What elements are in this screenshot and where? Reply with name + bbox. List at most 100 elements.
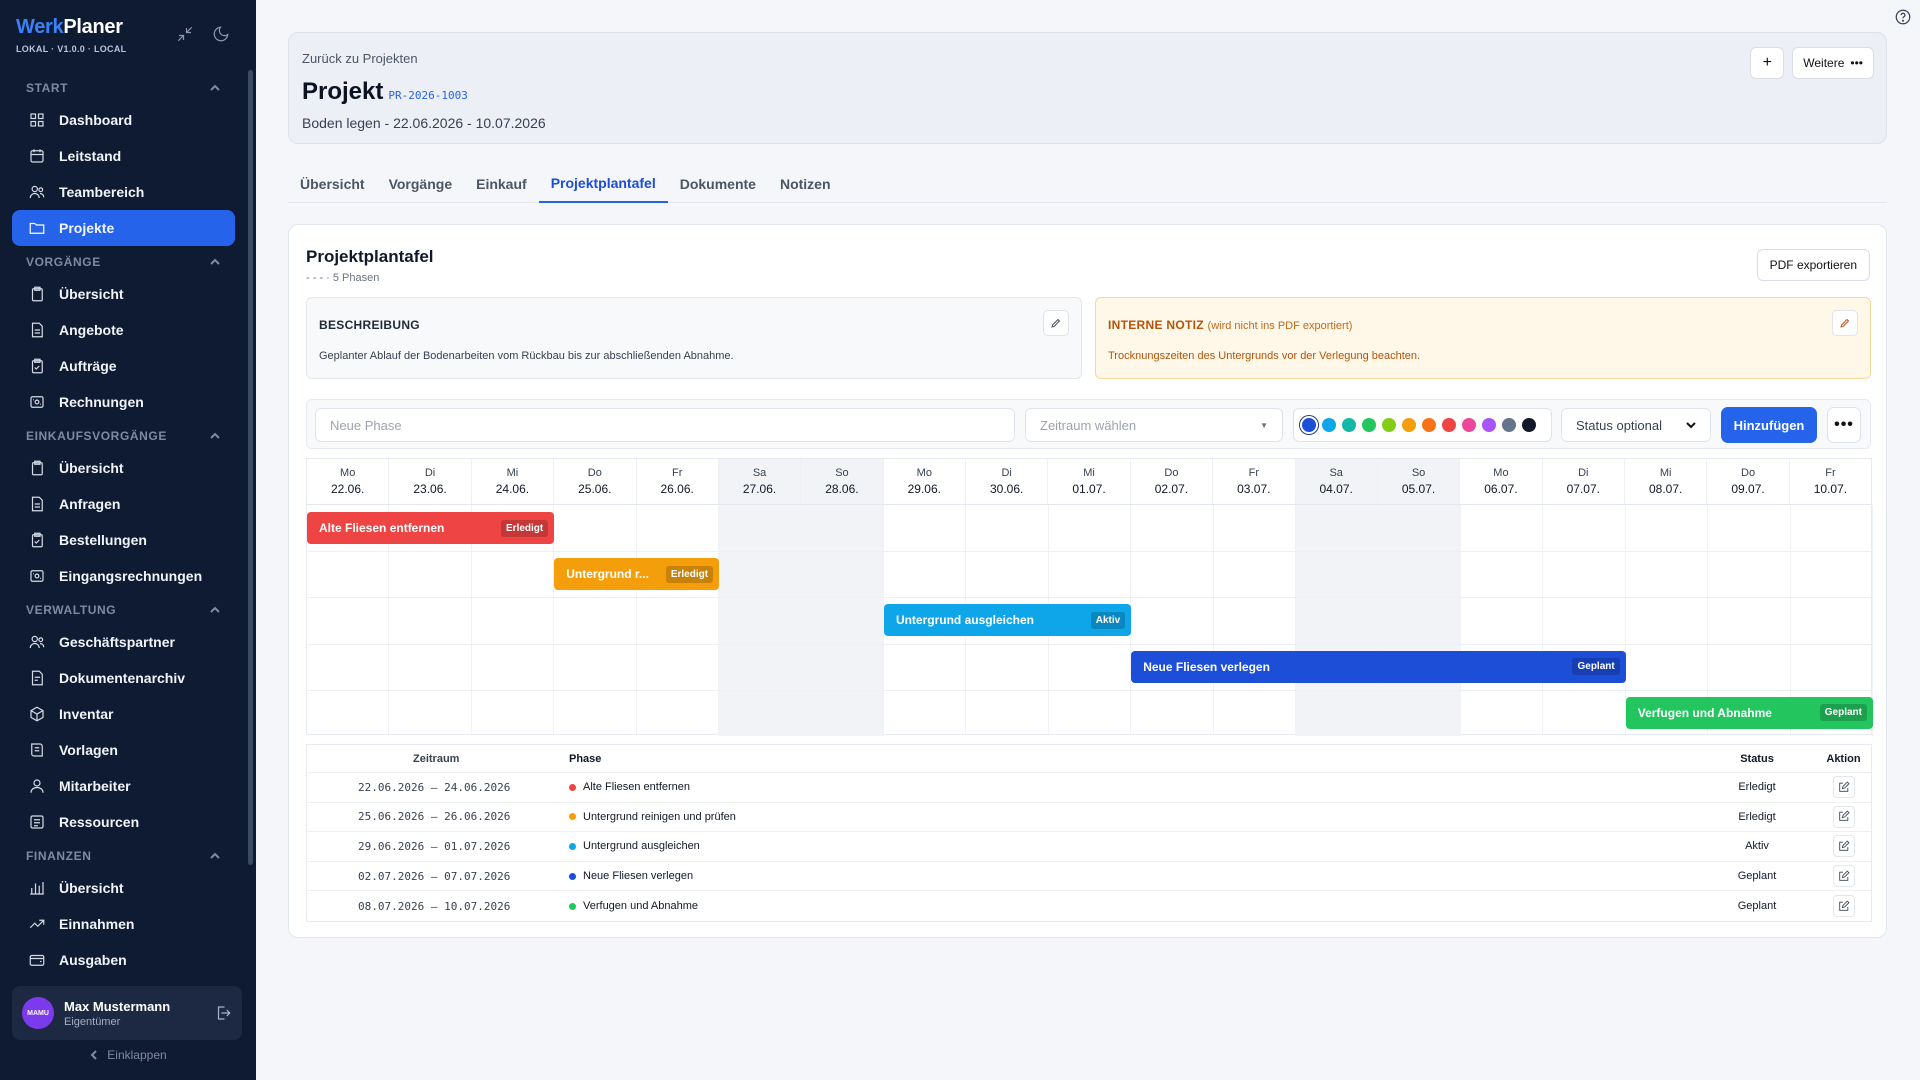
edit-phase-button[interactable] bbox=[1832, 776, 1855, 799]
edit-phase-button[interactable] bbox=[1832, 835, 1855, 858]
sidebar-item-ausgaben[interactable]: Ausgaben bbox=[12, 942, 235, 978]
add-button[interactable]: + bbox=[1750, 47, 1785, 79]
edit-phase-button[interactable] bbox=[1832, 805, 1855, 828]
tab-dokumente[interactable]: Dokumente bbox=[668, 165, 768, 203]
edit-phase-button[interactable] bbox=[1832, 865, 1855, 888]
user-card[interactable]: MAMU Max Mustermann Eigentümer bbox=[12, 986, 242, 1040]
color-swatch[interactable] bbox=[1462, 418, 1476, 432]
edit-phase-button[interactable] bbox=[1832, 895, 1855, 918]
gantt-day-header: Sa 04.07. bbox=[1295, 459, 1378, 504]
sidebar-scrollbar[interactable] bbox=[248, 70, 253, 865]
sidebar-item-angebote[interactable]: Angebote bbox=[12, 312, 235, 348]
sidebar-item-mitarbeiter[interactable]: Mitarbeiter bbox=[12, 768, 235, 804]
edit-note-button[interactable] bbox=[1832, 310, 1858, 336]
sidebar-item-einnahmen[interactable]: Einnahmen bbox=[12, 906, 235, 942]
table-row: 02.07.2026 – 07.07.2026 Neue Fliesen ver… bbox=[307, 862, 1871, 892]
phase-cell: Untergrund ausgleichen bbox=[569, 840, 1698, 852]
color-swatch[interactable] bbox=[1522, 418, 1536, 432]
sidebar-item-übersicht[interactable]: Übersicht bbox=[12, 870, 235, 906]
tab-projektplantafel[interactable]: Projektplantafel bbox=[538, 165, 668, 203]
sidebar-item-label: Ausgaben bbox=[59, 952, 127, 968]
gantt-phase-bar[interactable]: Untergrund ausgleichen Aktiv bbox=[883, 604, 1132, 637]
status-select[interactable]: Status optional bbox=[1561, 408, 1711, 442]
phase-bar-label: Verfugen und Abnahme bbox=[1637, 705, 1772, 720]
day-name: Di bbox=[424, 467, 436, 479]
gantt-day-header: Mi 24.06. bbox=[472, 459, 555, 504]
tab-übersicht[interactable]: Übersicht bbox=[288, 165, 377, 203]
color-swatch[interactable] bbox=[1502, 418, 1516, 432]
pdf-export-button[interactable]: PDF exportieren bbox=[1756, 249, 1870, 281]
edit-description-button[interactable] bbox=[1043, 310, 1069, 336]
more-button[interactable]: Weitere ••• bbox=[1792, 47, 1874, 79]
tab-vorgänge[interactable]: Vorgänge bbox=[377, 165, 465, 203]
gantt-phase-bar[interactable]: Verfugen und Abnahme Geplant bbox=[1625, 696, 1873, 729]
sidebar-item-vorlagen[interactable]: Vorlagen bbox=[12, 732, 235, 768]
gantt-phase-bar[interactable]: Alte Fliesen entfernen Erledigt bbox=[307, 512, 555, 544]
day-name: Sa bbox=[752, 467, 767, 479]
add-phase-button[interactable]: Hinzufügen bbox=[1721, 407, 1817, 443]
chevron-left-icon bbox=[90, 1050, 98, 1060]
gantt-row-divider bbox=[307, 643, 1871, 645]
color-swatch[interactable] bbox=[1302, 418, 1316, 432]
day-date: 07.07. bbox=[1566, 482, 1600, 496]
color-swatch[interactable] bbox=[1422, 418, 1436, 432]
phase-name: Verfugen und Abnahme bbox=[583, 900, 698, 913]
color-swatch[interactable] bbox=[1362, 418, 1376, 432]
day-name: Mo bbox=[340, 467, 356, 479]
sidebar-item-label: Vorlagen bbox=[59, 742, 118, 758]
gantt-phase-bar[interactable]: Neue Fliesen verlegen Geplant bbox=[1131, 650, 1626, 683]
moon-icon[interactable] bbox=[212, 25, 230, 43]
sidebar-section-header[interactable]: EINKAUFSVORGÄNGE bbox=[12, 426, 235, 446]
sidebar-item-rechnungen[interactable]: Rechnungen bbox=[12, 384, 235, 420]
brand-logo[interactable]: WerkPlaner LOKAL · V1.0.0 · LOCAL bbox=[16, 16, 126, 54]
tab-einkauf[interactable]: Einkauf bbox=[464, 165, 539, 203]
color-swatch[interactable] bbox=[1482, 418, 1496, 432]
phase-name-input[interactable]: Neue Phase bbox=[315, 408, 1015, 442]
color-swatch[interactable] bbox=[1342, 418, 1356, 432]
sidebar-item-übersicht[interactable]: Übersicht bbox=[12, 450, 235, 486]
sidebar-item-ressourcen[interactable]: Ressourcen bbox=[12, 804, 235, 840]
sidebar-item-teambereich[interactable]: Teambereich bbox=[12, 174, 235, 210]
phase-bar-label: Alte Fliesen entfernen bbox=[319, 521, 445, 535]
sidebar-item-leitstand[interactable]: Leitstand bbox=[12, 138, 235, 174]
sidebar-item-label: Eingangsrechnungen bbox=[59, 568, 203, 584]
color-swatch[interactable] bbox=[1382, 418, 1396, 432]
sidebar-item-label: Geschäftspartner bbox=[59, 634, 175, 650]
gantt-phase-bar[interactable]: Untergrund r... Erledigt bbox=[554, 558, 720, 591]
sidebar-section-header[interactable]: FINANZEN bbox=[12, 846, 235, 866]
sidebar-item-eingangsrechnungen[interactable]: Eingangsrechnungen bbox=[12, 558, 235, 594]
document-icon bbox=[31, 496, 43, 512]
logout-icon[interactable] bbox=[214, 1004, 232, 1022]
sidebar-item-geschäftspartner[interactable]: Geschäftspartner bbox=[12, 624, 235, 660]
sidebar-item-übersicht[interactable]: Übersicht bbox=[12, 276, 235, 312]
color-swatch[interactable] bbox=[1442, 418, 1456, 432]
help-icon[interactable] bbox=[1894, 8, 1912, 26]
collapse-arrows-icon[interactable] bbox=[176, 25, 194, 43]
sidebar-section-header[interactable]: VERWALTUNG bbox=[12, 600, 235, 620]
note-hint: (wird nicht ins PDF exportiert) bbox=[1207, 320, 1353, 332]
sidebar-item-projekte[interactable]: Projekte bbox=[12, 210, 235, 246]
note-text: Trocknungszeiten des Untergrunds vor der… bbox=[1108, 350, 1421, 362]
sidebar-item-inventar[interactable]: Inventar bbox=[12, 696, 235, 732]
more-options-button[interactable]: ••• bbox=[1827, 407, 1861, 443]
sidebar-item-label: Bestellungen bbox=[59, 532, 147, 548]
phase-color-dot bbox=[569, 902, 576, 910]
sidebar-item-bestellungen[interactable]: Bestellungen bbox=[12, 522, 235, 558]
app-version: LOKAL · V1.0.0 · LOCAL bbox=[16, 44, 127, 54]
tab-notizen[interactable]: Notizen bbox=[768, 165, 843, 203]
date-range-picker[interactable]: Zeitraum wählen ▼ bbox=[1025, 408, 1283, 442]
sidebar-item-dashboard[interactable]: Dashboard bbox=[12, 102, 235, 138]
sidebar-section-header[interactable]: VORGÄNGE bbox=[12, 252, 235, 272]
sidebar-item-label: Übersicht bbox=[59, 460, 124, 476]
sidebar-item-aufträge[interactable]: Aufträge bbox=[12, 348, 235, 384]
sidebar-item-dokumentenarchiv[interactable]: Dokumentenarchiv bbox=[12, 660, 235, 696]
color-swatch[interactable] bbox=[1322, 418, 1336, 432]
color-swatch[interactable] bbox=[1402, 418, 1416, 432]
gantt-day-column bbox=[1214, 505, 1297, 736]
back-to-projects-link[interactable]: Zurück zu Projekten bbox=[302, 51, 418, 66]
sidebar-section-header[interactable]: START bbox=[12, 78, 235, 98]
collapse-sidebar-button[interactable]: Einklappen bbox=[0, 1048, 256, 1062]
gantt-day-header: Fr 10.07. bbox=[1790, 459, 1871, 504]
phase-cell: Untergrund reinigen und prüfen bbox=[569, 811, 1698, 823]
sidebar-item-anfragen[interactable]: Anfragen bbox=[12, 486, 235, 522]
